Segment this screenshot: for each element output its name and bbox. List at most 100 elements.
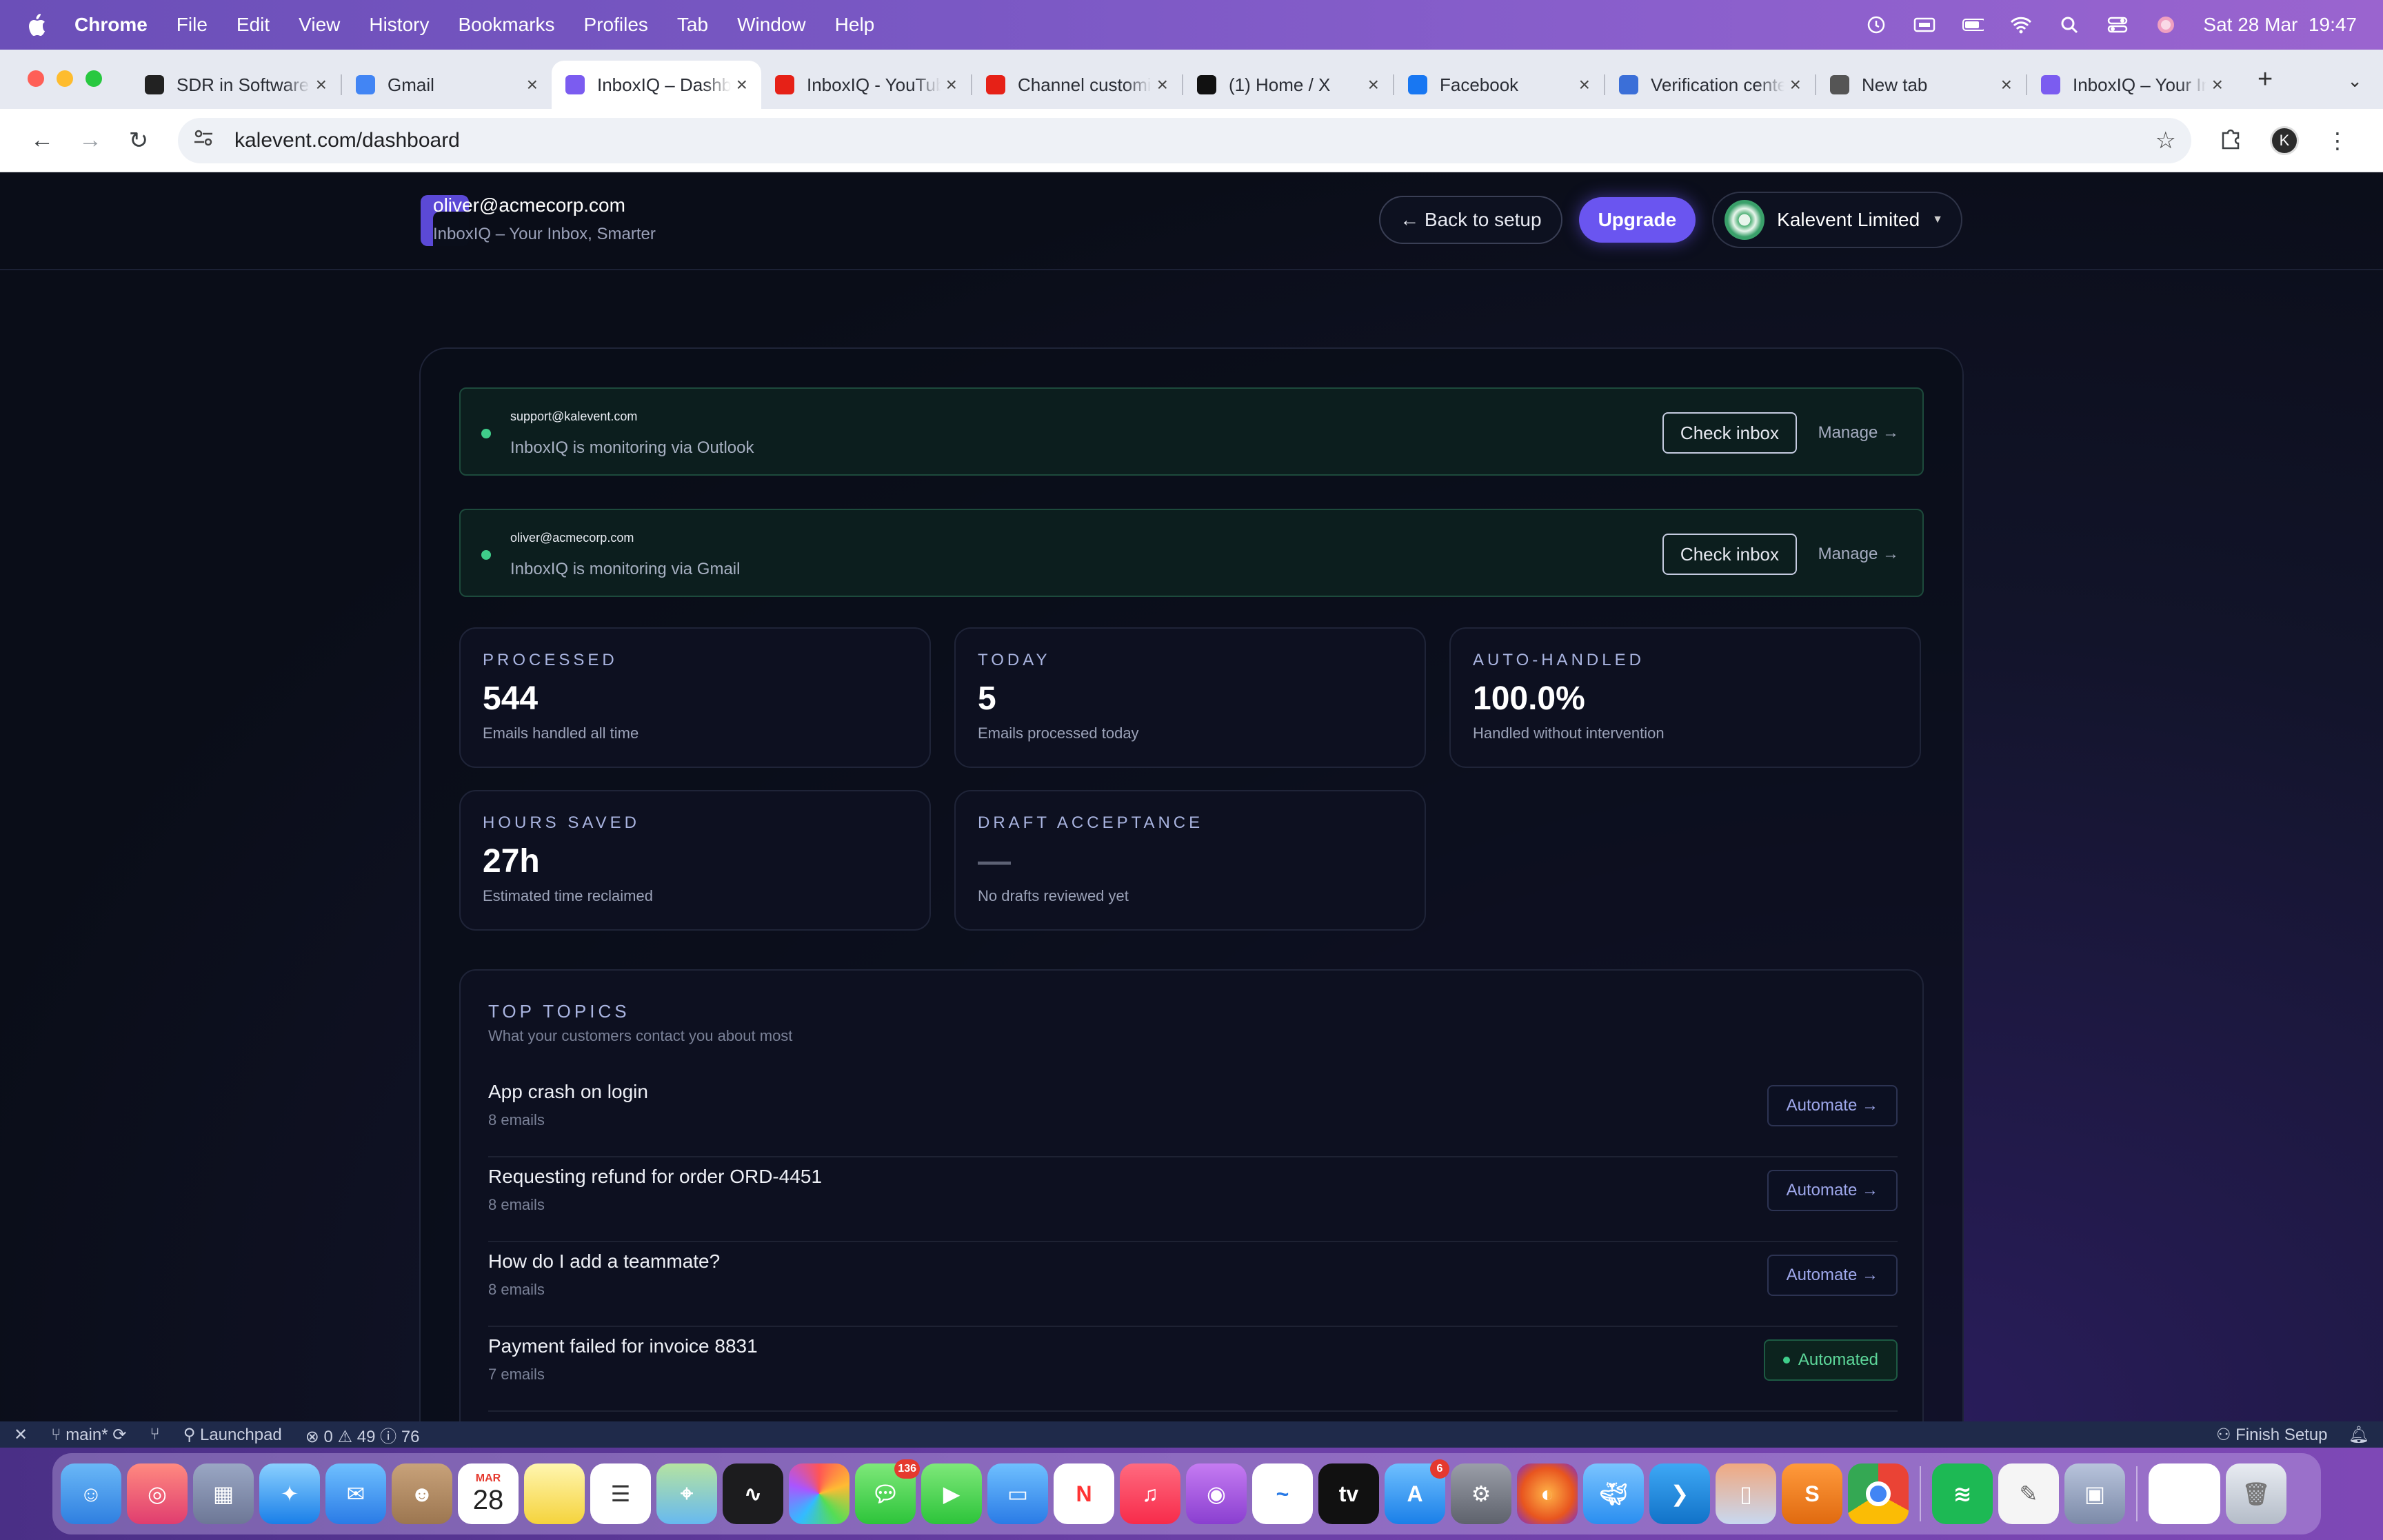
close-tab-icon[interactable]: × [527, 74, 538, 96]
check-inbox-button[interactable]: Check inbox [1662, 412, 1797, 454]
menu-help[interactable]: Help [835, 14, 875, 36]
launchpad-icon[interactable]: ▦ [193, 1463, 254, 1524]
mail-icon[interactable]: ✉ [325, 1463, 386, 1524]
vscode-icon[interactable]: ❯ [1649, 1463, 1710, 1524]
profile-avatar[interactable]: K [2270, 125, 2299, 155]
manage-inbox-link[interactable]: Manage → [1818, 545, 1899, 564]
upgrade-button[interactable]: Upgrade [1578, 197, 1696, 243]
forward-arrow-icon[interactable]: → [66, 127, 114, 154]
url-text[interactable]: kalevent.com/dashboard [234, 129, 460, 152]
safari-icon[interactable]: ✦ [259, 1463, 320, 1524]
close-tab-icon[interactable]: × [1157, 74, 1168, 96]
control-center-icon[interactable] [2107, 16, 2129, 34]
new-tab-button[interactable]: + [2258, 65, 2285, 94]
contacts-icon[interactable]: ☻ [392, 1463, 452, 1524]
address-bar[interactable]: kalevent.com/dashboard ☆ [178, 117, 2191, 163]
tab-search-chevron-icon[interactable]: ⌄ [2347, 70, 2362, 92]
site-info-icon[interactable] [193, 129, 221, 152]
browser-tab[interactable]: SDR in Software × [131, 61, 341, 109]
manage-inbox-link[interactable]: Manage → [1818, 423, 1899, 443]
facetime-icon[interactable]: ▶ [921, 1463, 982, 1524]
menu-app-chrome[interactable]: Chrome [74, 14, 148, 36]
menu-bookmarks[interactable]: Bookmarks [458, 14, 554, 36]
notifications-bell-icon[interactable]: 🔔︎ [2349, 1425, 2369, 1445]
finder-icon[interactable]: ☺ [61, 1463, 121, 1524]
system-settings-icon[interactable]: ⚙ [1451, 1463, 1511, 1524]
wifi-icon[interactable] [2010, 16, 2032, 34]
menu-edit[interactable]: Edit [237, 14, 270, 36]
finish-setup-item[interactable]: ⚇ Finish Setup [2216, 1425, 2328, 1445]
close-tab-icon[interactable]: × [736, 74, 747, 96]
textedit-icon[interactable]: ✎ [1998, 1463, 2059, 1524]
browser-tab[interactable]: (1) Home / X × [1183, 61, 1393, 109]
organization-selector[interactable]: Kalevent Limited ▼ [1712, 192, 1962, 248]
extensions-puzzle-icon[interactable] [2219, 126, 2242, 155]
close-tab-icon[interactable]: × [946, 74, 957, 96]
chrome-menu-icon[interactable]: ⋮ [2326, 128, 2349, 154]
close-tab-icon[interactable]: × [316, 74, 327, 96]
close-tab-icon[interactable]: × [1579, 74, 1590, 96]
activity-monitor-icon[interactable]: ∿ [723, 1463, 783, 1524]
browser-tab[interactable]: InboxIQ – Your Inbox × [2027, 61, 2237, 109]
menu-window[interactable]: Window [737, 14, 806, 36]
remote-indicator-icon[interactable]: ✕ [14, 1425, 28, 1445]
calendar-icon[interactable]: MAR 28 [458, 1463, 519, 1524]
back-arrow-icon[interactable]: ← [18, 127, 66, 154]
docker-icon[interactable]: 🐳︎ [1583, 1463, 1644, 1524]
maps-icon[interactable]: ⌖ [656, 1463, 717, 1524]
preview-icon[interactable]: ▣ [2064, 1463, 2125, 1524]
automate-button[interactable]: Automate → [1767, 1085, 1898, 1126]
automate-button[interactable]: Automate → [1767, 1255, 1898, 1296]
freeform-icon[interactable]: ~ [1252, 1463, 1313, 1524]
time-machine-icon[interactable] [1865, 16, 1887, 34]
display-icon[interactable] [1913, 16, 1935, 34]
close-tab-icon[interactable]: × [2001, 74, 2012, 96]
keynote-icon[interactable]: ▭ [987, 1463, 1048, 1524]
trash-icon[interactable]: 🗑︎ [2226, 1463, 2286, 1524]
photos-icon[interactable] [789, 1463, 849, 1524]
chrome-icon[interactable] [1848, 1463, 1909, 1524]
browser-tab[interactable]: Gmail × [342, 61, 552, 109]
zoom-window-button[interactable] [86, 70, 102, 87]
menu-view[interactable]: View [299, 14, 340, 36]
reload-icon[interactable]: ↻ [114, 127, 163, 154]
menu-tab[interactable]: Tab [677, 14, 708, 36]
firefox-icon[interactable]: ◐ [1517, 1463, 1578, 1524]
browser-tab[interactable]: New tab × [1816, 61, 2026, 109]
browser-tab[interactable]: Channel customization× [972, 61, 1182, 109]
git-graph-icon[interactable]: ⑂ [150, 1425, 159, 1444]
menubar-datetime[interactable]: Sat 28 Mar 19:47 [2203, 14, 2357, 36]
music-icon[interactable]: ♫ [1120, 1463, 1180, 1524]
git-branch[interactable]: ⑂ main* ⟳ [51, 1425, 126, 1445]
podcasts-icon[interactable]: ◉ [1186, 1463, 1247, 1524]
apple-tv-icon[interactable]: tv [1318, 1463, 1379, 1524]
siri-icon[interactable] [2155, 16, 2177, 34]
apple-icon[interactable] [26, 13, 47, 37]
close-tab-icon[interactable]: × [1790, 74, 1801, 96]
close-window-button[interactable] [28, 70, 44, 87]
news-icon[interactable]: N [1054, 1463, 1114, 1524]
browser-tab[interactable]: InboxIQ – Dashboard× [552, 61, 761, 109]
app-store-icon[interactable]: A6 [1385, 1459, 1449, 1524]
browser-app-icon[interactable]: ◎ [127, 1463, 188, 1524]
menu-history[interactable]: History [369, 14, 429, 36]
minimize-window-button[interactable] [57, 70, 73, 87]
reminders-icon[interactable]: ☰ [590, 1463, 651, 1524]
spotify-icon[interactable]: ≋ [1932, 1463, 1993, 1524]
automate-button[interactable]: Automate → [1767, 1170, 1898, 1211]
menu-profiles[interactable]: Profiles [584, 14, 648, 36]
automated-status-badge[interactable]: Automated [1763, 1339, 1898, 1381]
browser-tab[interactable]: InboxIQ - YouTube× [761, 61, 971, 109]
close-tab-icon[interactable]: × [2212, 74, 2223, 96]
notes-icon[interactable] [524, 1463, 585, 1524]
sublime-text-icon[interactable]: S [1782, 1463, 1842, 1524]
battery-icon[interactable] [1962, 16, 1984, 34]
spotlight-search-icon[interactable] [2058, 16, 2080, 34]
messages-icon[interactable]: 💬︎ 136 [855, 1459, 920, 1524]
check-inbox-button[interactable]: Check inbox [1662, 534, 1797, 575]
close-tab-icon[interactable]: × [1368, 74, 1379, 96]
simulator-icon[interactable]: ▯ [1716, 1463, 1776, 1524]
browser-tab[interactable]: Facebook × [1394, 61, 1604, 109]
problems-indicator[interactable]: ⊗ 0 ⚠ 49 ⓘ 76 [305, 1423, 420, 1447]
bookmark-star-icon[interactable]: ☆ [2155, 127, 2176, 154]
